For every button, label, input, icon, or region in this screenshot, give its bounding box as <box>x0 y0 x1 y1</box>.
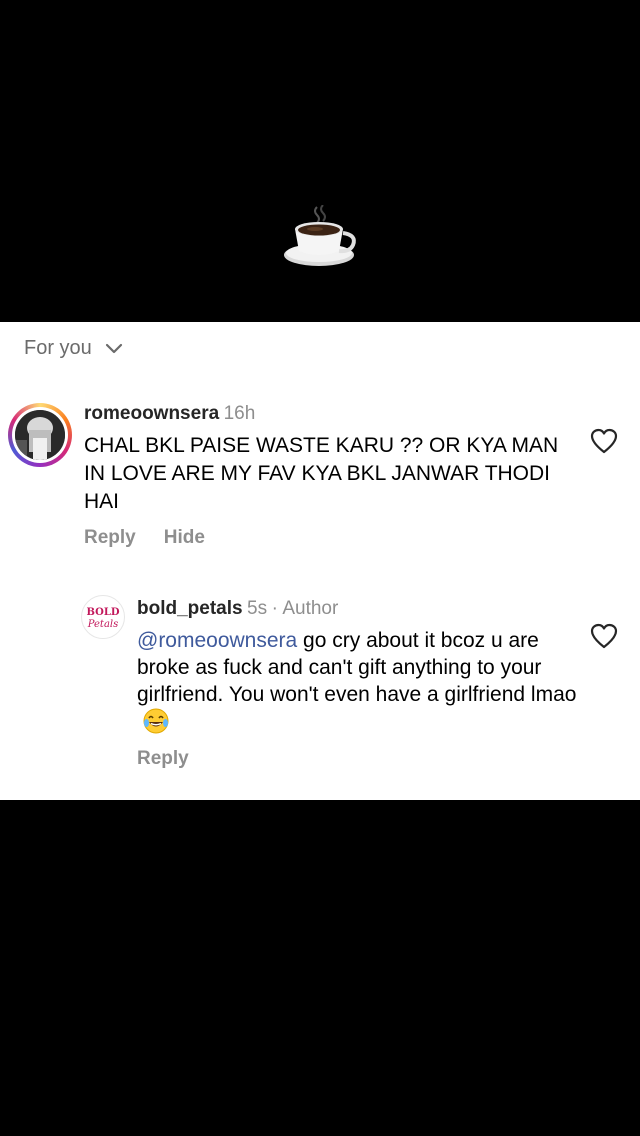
author-badge: Author <box>282 598 339 619</box>
svg-text:Petals: Petals <box>87 619 119 630</box>
svg-text:BOLD: BOLD <box>86 607 119 618</box>
username[interactable]: romeoownsera <box>84 403 219 424</box>
profile-photo <box>15 410 65 460</box>
comment-actions: Reply Hide <box>84 527 205 549</box>
hide-button[interactable]: Hide <box>164 527 205 549</box>
comments-panel: For you romeoownsera 16h CHAL BKL PAISE … <box>0 322 640 800</box>
mention-link[interactable]: @romeoownsera <box>137 629 297 652</box>
comment-time: 5s <box>247 598 268 619</box>
comment-filter-dropdown[interactable]: For you <box>24 334 124 362</box>
media-area-bottom <box>0 800 640 1136</box>
coffee-cup-icon <box>284 205 356 266</box>
comment-time: 16h <box>223 403 256 424</box>
username[interactable]: bold_petals <box>137 598 243 619</box>
reply-button[interactable]: Reply <box>84 527 136 549</box>
bold-petals-logo: BOLD Petals <box>86 607 119 630</box>
meta-separator: · <box>271 598 278 619</box>
comment-text: CHAL BKL PAISE WASTE KARU ?? OR KYA MAN … <box>84 434 559 513</box>
heart-outline-icon[interactable] <box>590 428 618 454</box>
reply-button[interactable]: Reply <box>137 748 189 770</box>
media-area <box>0 0 640 322</box>
chevron-down-icon <box>105 343 122 354</box>
comment-text: @romeoownsera go cry about it bcoz u are… <box>137 627 577 736</box>
avatar[interactable]: BOLD Petals <box>81 595 125 639</box>
avatar[interactable] <box>8 403 72 467</box>
comment-header: romeoownsera 16h <box>84 403 255 426</box>
comment-header: bold_petals 5s · Author <box>137 598 338 621</box>
filter-label: For you <box>24 336 92 359</box>
laughing-tears-emoji-icon <box>143 708 169 734</box>
heart-outline-icon[interactable] <box>590 623 618 649</box>
